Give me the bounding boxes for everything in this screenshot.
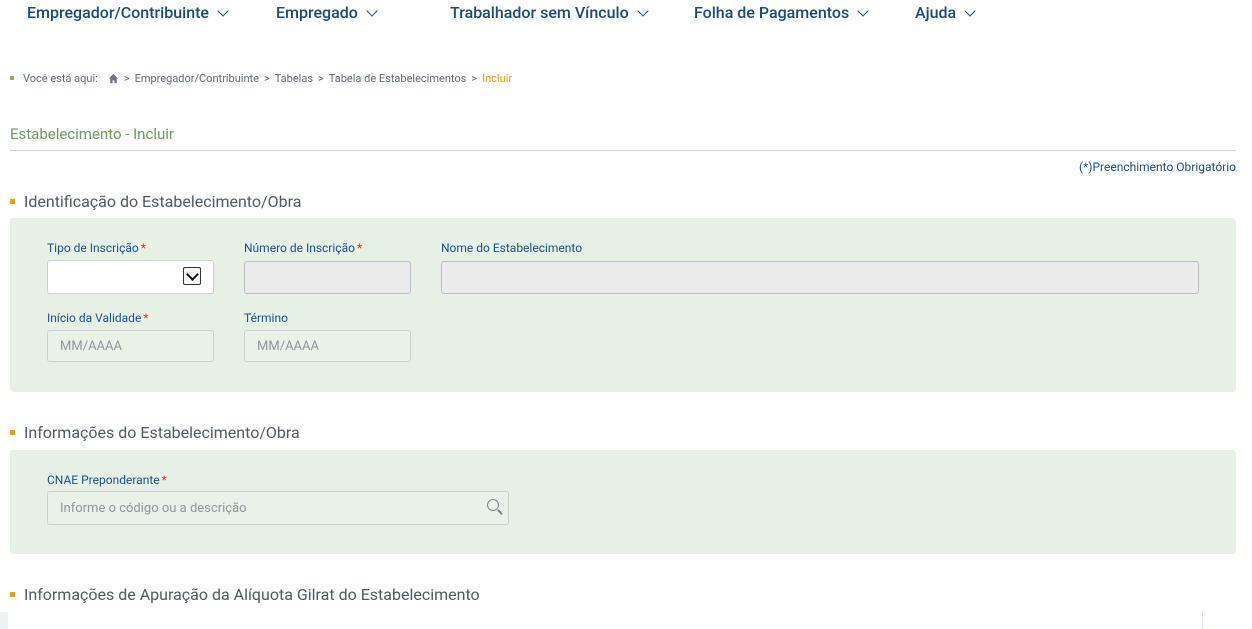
panel-edge [0,612,8,629]
nav-folha-de-pagamentos[interactable]: Folha de Pagamentos [694,3,869,23]
section-header-identificacao: Identificação do Estabelecimento/Obra [10,192,301,211]
chevron-down-icon [217,5,229,17]
breadcrumb-link-tabela-estabelecimentos[interactable]: Tabela de Estabelecimentos [329,72,467,85]
label-text: Término [244,311,288,325]
page-title: Estabelecimento - Incluir [10,125,174,143]
nome-estabelecimento-field[interactable] [441,261,1199,294]
bullet-icon [10,199,15,204]
section-header-gilrat: Informações de Apuração da Alíquota Gilr… [10,585,480,604]
nav-empregador-contribuinte[interactable]: Empregador/Contribuinte [27,3,229,23]
required-marker: * [140,241,146,255]
breadcrumb-separator: > [471,71,478,85]
bullet-icon [10,76,14,80]
inicio-validade-label: Início da Validade * [47,311,148,325]
required-note: (*)Preenchimento Obrigatório [1078,160,1236,174]
breadcrumb-separator: > [263,71,270,85]
nav-label: Empregado [276,3,358,22]
bullet-icon [10,592,15,597]
breadcrumb-prefix: Você está aqui: [23,71,98,85]
required-marker: * [143,311,149,325]
required-marker: * [161,473,167,487]
nav-label: Empregador/Contribuinte [27,3,209,22]
panel-edge [1202,612,1203,629]
nome-estabelecimento-label: Nome do Estabelecimento [441,241,582,255]
cnae-label: CNAE Preponderante * [47,473,167,487]
home-icon[interactable] [108,73,119,84]
chevron-down-icon[interactable] [183,267,201,285]
chevron-down-icon [366,5,378,17]
breadcrumb-link-empregador[interactable]: Empregador/Contribuinte [135,72,259,85]
chevron-down-icon [857,5,869,17]
breadcrumb-separator: > [318,71,324,85]
nav-label: Folha de Pagamentos [694,3,850,22]
label-text: Início da Validade [47,311,142,325]
numero-inscricao-label: Número de Inscrição * [244,241,362,255]
termino-input[interactable] [244,330,411,362]
label-text: Tipo de Inscrição [47,241,139,255]
nav-label: Trabalhador sem Vínculo [450,3,629,22]
section-title: Informações de Apuração da Alíquota Gilr… [24,585,480,604]
required-marker: * [356,241,363,255]
chevron-down-icon [637,5,649,17]
title-divider [10,150,1236,151]
nav-empregado[interactable]: Empregado [276,3,378,23]
panel-identificacao: Tipo de Inscrição * Número de Inscrição * … [10,218,1236,392]
nav-label: Ajuda [915,3,957,22]
tipo-inscricao-select[interactable] [47,260,214,294]
termino-label: Término [244,311,288,325]
breadcrumb: Você está aqui: > Empregador/Contribuint… [10,70,512,86]
section-header-informacoes: Informações do Estabelecimento/Obra [10,423,300,442]
search-icon[interactable] [487,499,503,515]
section-title: Informações do Estabelecimento/Obra [24,423,300,442]
cnae-search-input[interactable] [47,491,509,525]
numero-inscricao-field[interactable] [244,261,411,294]
breadcrumb-separator: > [123,71,130,85]
panel-informacoes: CNAE Preponderante * [10,450,1236,554]
section-title: Identificação do Estabelecimento/Obra [24,192,302,211]
label-text: Nome do Estabelecimento [441,241,583,255]
inicio-validade-input[interactable] [47,330,214,362]
label-text: Número de Inscrição [244,241,355,255]
breadcrumb-link-tabelas[interactable]: Tabelas [275,72,313,85]
nav-trabalhador-sem-vinculo[interactable]: Trabalhador sem Vínculo [450,3,649,23]
label-text: CNAE Preponderante [47,473,160,487]
cnae-search-wrapper [47,491,509,525]
breadcrumb-current: Incluir [482,71,513,85]
top-nav: Empregador/Contribuinte Empregado Trabal… [0,0,1252,30]
tipo-inscricao-label: Tipo de Inscrição * [47,241,146,255]
chevron-down-icon [964,5,976,17]
bullet-icon [10,430,15,435]
nav-ajuda[interactable]: Ajuda [915,3,976,23]
